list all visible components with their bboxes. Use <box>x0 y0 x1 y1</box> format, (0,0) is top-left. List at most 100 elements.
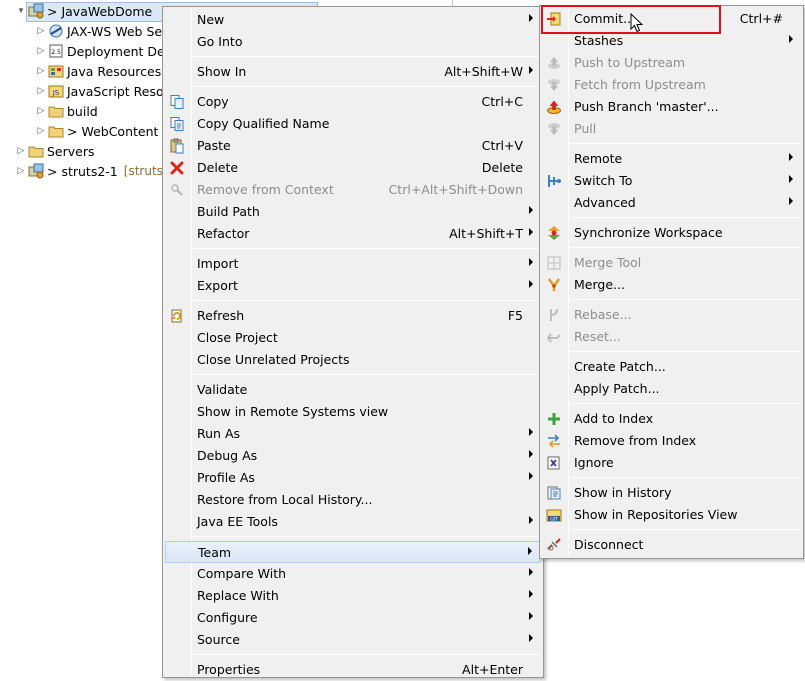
menu-item-show-in-repositories-view[interactable]: GIT Show in Repositories View <box>542 504 801 526</box>
menu-item-push-branch-master[interactable]: Push Branch 'master'... <box>542 96 801 118</box>
menu-item-label: Advanced <box>574 195 636 210</box>
menu-item-label: New <box>197 12 225 27</box>
menu-item-label: Reset... <box>574 329 621 344</box>
submenu-arrow-icon <box>529 14 533 22</box>
collapsed-twisty-icon[interactable]: ▷ <box>14 166 28 176</box>
menu-item-label: Go Into <box>197 34 243 49</box>
menu-item-replace-with[interactable]: Replace With <box>165 585 541 607</box>
menu-item-pull[interactable]: Pull <box>542 118 801 140</box>
menu-item-merge-tool[interactable]: Merge Tool <box>542 252 801 274</box>
menu-item-commit[interactable]: Commit... Ctrl+# <box>542 8 801 30</box>
menu-item-create-patch[interactable]: Create Patch... <box>542 356 801 378</box>
collapsed-twisty-icon[interactable]: ▷ <box>34 106 48 116</box>
menu-item-remove-from-index[interactable]: Remove from Index <box>542 430 801 452</box>
menu-item-synchronize-workspace[interactable]: Synchronize Workspace <box>542 222 801 244</box>
menu-item-paste[interactable]: Paste Ctrl+V <box>165 135 541 157</box>
tree-item[interactable]: ▾ > JavaWebDome <box>14 1 152 21</box>
tree-item[interactable]: ▷ > struts2-1 [struts2 <box>14 161 171 181</box>
team-submenu: Commit... Ctrl+# Stashes Push to Upstream Fe… <box>539 5 804 559</box>
menu-item-label: Close Unrelated Projects <box>197 352 350 367</box>
submenu-arrow-icon <box>529 568 533 576</box>
menu-item-close-project[interactable]: Close Project <box>165 327 541 349</box>
menu-item-shortcut: Alt+Enter <box>462 662 523 677</box>
menu-item-debug-as[interactable]: Debug As <box>165 445 541 467</box>
menu-item-show-in-history[interactable]: Show in History <box>542 482 801 504</box>
menu-item-go-into[interactable]: Go Into <box>165 31 541 53</box>
menu-item-advanced[interactable]: Advanced <box>542 192 801 214</box>
menu-item-run-as[interactable]: Run As <box>165 423 541 445</box>
submenu-arrow-icon <box>789 197 793 205</box>
menu-item-java-ee-tools[interactable]: Java EE Tools <box>165 511 541 533</box>
collapsed-twisty-icon[interactable]: ▷ <box>14 146 28 156</box>
menu-item-compare-with[interactable]: Compare With <box>165 563 541 585</box>
tree-item[interactable]: ▷ Java Resources <box>34 61 162 81</box>
tree-item[interactable]: ▷ JS JavaScript Reso <box>34 81 164 101</box>
menu-item-fetch-from-upstream[interactable]: Fetch from Upstream <box>542 74 801 96</box>
menu-item-merge[interactable]: Merge... <box>542 274 801 296</box>
expanded-twisty-icon[interactable]: ▾ <box>14 6 28 16</box>
menu-item-shortcut: Alt+Shift+T <box>449 226 523 241</box>
menu-item-label: Configure <box>197 610 258 625</box>
menu-item-new[interactable]: New <box>165 9 541 31</box>
menu-item-refactor[interactable]: Refactor Alt+Shift+T <box>165 223 541 245</box>
menu-item-ignore[interactable]: Ignore <box>542 452 801 474</box>
menu-item-add-to-index[interactable]: Add to Index <box>542 408 801 430</box>
menu-item-import[interactable]: Import <box>165 253 541 275</box>
submenu-arrow-icon <box>529 634 533 642</box>
tree-item-label: > JavaWebDome <box>47 3 153 19</box>
collapsed-twisty-icon[interactable]: ▷ <box>34 26 48 36</box>
tree-item[interactable]: ▷ > WebContent <box>34 121 159 141</box>
menu-item-label: Fetch from Upstream <box>574 77 706 92</box>
menu-item-label: Export <box>197 278 238 293</box>
menu-item-refresh[interactable]: Refresh F5 <box>165 305 541 327</box>
menu-item-label: Source <box>197 632 240 647</box>
tree-item[interactable]: ▷ 2.5 Deployment De <box>34 41 165 61</box>
folder-icon <box>48 103 64 119</box>
menu-item-label: Delete <box>197 160 239 175</box>
menu-item-label: Pull <box>574 121 597 136</box>
menu-item-remote[interactable]: Remote <box>542 148 801 170</box>
menu-item-stashes[interactable]: Stashes <box>542 30 801 52</box>
folder-icon <box>28 143 44 159</box>
collapsed-twisty-icon[interactable]: ▷ <box>34 86 48 96</box>
collapsed-twisty-icon[interactable]: ▷ <box>34 126 48 136</box>
menu-item-source[interactable]: Source <box>165 629 541 651</box>
menu-item-show-in[interactable]: Show In Alt+Shift+W <box>165 61 541 83</box>
submenu-arrow-icon <box>529 66 533 74</box>
merge-icon <box>546 277 562 293</box>
tree-item-label: Servers <box>47 143 95 159</box>
menu-item-configure[interactable]: Configure <box>165 607 541 629</box>
menu-item-disconnect[interactable]: Disconnect <box>542 534 801 556</box>
delete-icon <box>169 160 185 176</box>
menu-item-build-path[interactable]: Build Path <box>165 201 541 223</box>
menu-item-delete[interactable]: Delete Delete <box>165 157 541 179</box>
tree-item[interactable]: ▷ JAX-WS Web Se <box>34 21 163 41</box>
menu-item-label: Run As <box>197 426 241 441</box>
tree-item[interactable]: ▷ build <box>34 101 98 121</box>
menu-item-show-in-remote-systems-view[interactable]: Show in Remote Systems view <box>165 401 541 423</box>
menu-item-close-unrelated-projects[interactable]: Close Unrelated Projects <box>165 349 541 371</box>
javascript-resources-icon: JS <box>48 83 64 99</box>
ignore-icon <box>546 455 562 471</box>
tree-item[interactable]: ▷ Servers <box>14 141 95 161</box>
menu-item-push-to-upstream[interactable]: Push to Upstream <box>542 52 801 74</box>
menu-separator <box>570 529 800 530</box>
menu-item-properties[interactable]: Properties Alt+Enter <box>165 659 541 681</box>
menu-item-copy[interactable]: Copy Ctrl+C <box>165 91 541 113</box>
menu-item-restore-from-local-history[interactable]: Restore from Local History... <box>165 489 541 511</box>
menu-item-reset[interactable]: Reset... <box>542 326 801 348</box>
menu-item-team[interactable]: Team <box>165 541 541 563</box>
menu-item-switch-to[interactable]: Switch To <box>542 170 801 192</box>
menu-item-rebase[interactable]: Rebase... <box>542 304 801 326</box>
menu-item-apply-patch[interactable]: Apply Patch... <box>542 378 801 400</box>
menu-item-label: Remote <box>574 151 623 166</box>
menu-item-label: Push Branch 'master'... <box>574 99 719 114</box>
menu-item-copy-qualified-name[interactable]: Copy Qualified Name <box>165 113 541 135</box>
collapsed-twisty-icon[interactable]: ▷ <box>34 46 48 56</box>
menu-item-remove-from-context[interactable]: Remove from Context Ctrl+Alt+Shift+Down <box>165 179 541 201</box>
menu-item-label: Stashes <box>574 33 624 48</box>
menu-item-export[interactable]: Export <box>165 275 541 297</box>
menu-item-validate[interactable]: Validate <box>165 379 541 401</box>
menu-item-profile-as[interactable]: Profile As <box>165 467 541 489</box>
collapsed-twisty-icon[interactable]: ▷ <box>34 66 48 76</box>
